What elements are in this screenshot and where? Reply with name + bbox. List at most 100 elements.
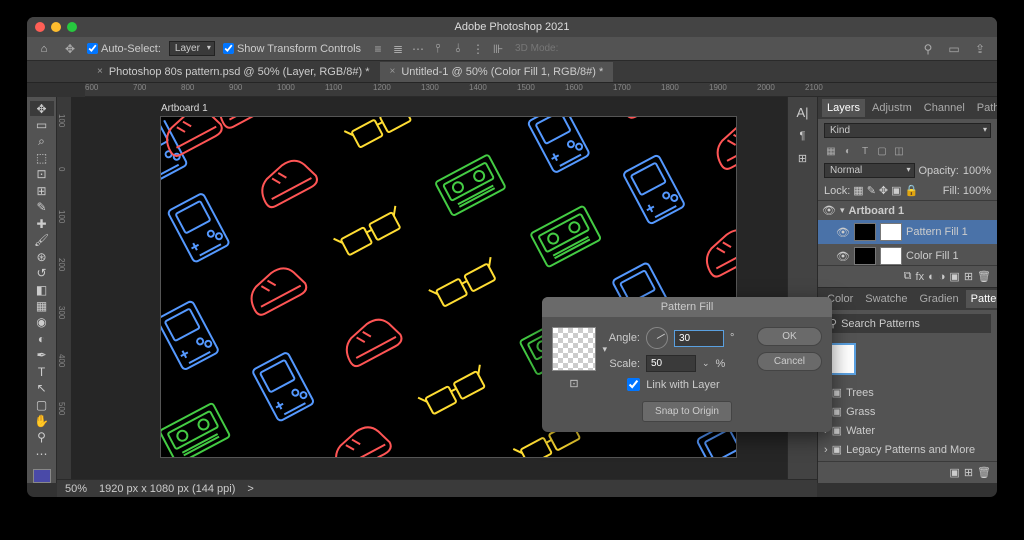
gradient-tool[interactable]: ▦ [30, 298, 54, 313]
paths-tab[interactable]: Paths [972, 99, 997, 117]
blur-tool[interactable]: ◉ [30, 315, 54, 330]
filter-pixel-icon[interactable]: ▦ [824, 144, 838, 158]
crop-tool[interactable]: ⊡ [30, 167, 54, 182]
search-patterns-input[interactable]: ⚲Search Patterns [824, 314, 991, 333]
group-icon[interactable]: ▣ [949, 270, 959, 283]
patterns-folder[interactable]: ›▣Legacy Patterns and More [824, 440, 991, 459]
filter-smart-icon[interactable]: ◫ [892, 144, 906, 158]
angle-dial[interactable] [646, 327, 668, 349]
patterns-folder[interactable]: ›▣Grass [824, 402, 991, 421]
hand-tool[interactable]: ✋ [30, 413, 54, 428]
brush-tool[interactable]: 🖌 [30, 233, 54, 248]
new-group-icon[interactable]: ▣ [949, 466, 959, 479]
lock-position-icon[interactable]: ✥ [879, 184, 888, 197]
shape-tool[interactable]: ▢ [30, 397, 54, 412]
doc-dimensions[interactable]: 1920 px x 1080 px (144 ppi) [99, 483, 235, 495]
visibility-icon[interactable]: 👁 [822, 204, 836, 217]
blend-mode-dropdown[interactable]: Normal [824, 163, 915, 178]
pen-tool[interactable]: ✒ [30, 348, 54, 363]
opacity-value[interactable]: 100% [963, 165, 991, 177]
glyphs-panel-icon[interactable]: ⊞ [798, 152, 807, 165]
swatches-tab[interactable]: Swatche [860, 290, 912, 308]
adjustments-tab[interactable]: Adjustm [867, 99, 917, 117]
lock-all-icon[interactable]: 🔒 [905, 184, 919, 197]
layer-mask-thumbnail[interactable] [880, 247, 902, 265]
auto-select-checkbox[interactable]: Auto-Select: [87, 43, 161, 55]
lock-artboard-icon[interactable]: ▣ [891, 184, 901, 197]
layers-tab[interactable]: Layers [822, 99, 865, 117]
document-tab[interactable]: ×Photoshop 80s pattern.psd @ 50% (Layer,… [87, 62, 380, 82]
layer-mask-icon[interactable]: ◐ [928, 271, 935, 283]
zoom-level[interactable]: 50% [65, 483, 87, 495]
layer-artboard[interactable]: 👁 ▾ Artboard 1 [818, 201, 997, 220]
zoom-tool[interactable]: ⚲ [30, 430, 54, 445]
workspace-icon[interactable]: ▭ [945, 40, 963, 58]
layer-mask-thumbnail[interactable] [880, 223, 902, 241]
share-icon[interactable]: ⇪ [971, 40, 989, 58]
layer-color-fill[interactable]: 👁 Color Fill 1 [818, 244, 997, 265]
show-transform-checkbox[interactable]: Show Transform Controls [223, 43, 361, 55]
history-brush-tool[interactable]: ↺ [30, 265, 54, 280]
document-tab[interactable]: ×Untitled-1 @ 50% (Color Fill 1, RGB/8#)… [380, 62, 614, 82]
filter-type-icon[interactable]: T [858, 144, 872, 158]
new-layer-icon[interactable]: ⊞ [964, 270, 973, 283]
heal-tool[interactable]: ✚ [30, 216, 54, 231]
foreground-color-swatch[interactable] [33, 469, 51, 483]
align-icon[interactable]: ≡ [369, 40, 387, 58]
minimize-traffic-light[interactable] [51, 22, 61, 32]
auto-select-target-dropdown[interactable]: Layer [169, 41, 215, 56]
visibility-icon[interactable]: 👁 [836, 226, 850, 239]
move-tool[interactable]: ✥ [30, 101, 54, 116]
adjustment-layer-icon[interactable]: ◑ [939, 271, 946, 283]
gradients-tab[interactable]: Gradien [915, 290, 964, 308]
fill-value[interactable]: 100% [963, 185, 991, 197]
link-layers-icon[interactable]: ⧉ [904, 270, 912, 283]
selection-tool[interactable]: ⬚ [30, 150, 54, 165]
align-icon[interactable]: ⫰ [449, 40, 467, 58]
status-arrow-icon[interactable]: > [247, 483, 253, 495]
channels-tab[interactable]: Channel [919, 99, 970, 117]
home-icon[interactable]: ⌂ [35, 40, 53, 58]
visibility-icon[interactable]: 👁 [836, 250, 850, 263]
frame-tool[interactable]: ⊞ [30, 183, 54, 198]
align-icon[interactable]: ⊪ [489, 40, 507, 58]
zoom-traffic-light[interactable] [67, 22, 77, 32]
scale-dropdown-icon[interactable]: ⌄ [702, 358, 710, 369]
delete-layer-icon[interactable]: 🗑 [977, 270, 991, 283]
stamp-tool[interactable]: ⊛ [30, 249, 54, 264]
paragraph-panel-icon[interactable]: ¶ [800, 130, 806, 142]
close-icon[interactable]: × [390, 66, 396, 77]
align-icon[interactable]: ⋯ [409, 40, 427, 58]
align-icon[interactable]: ⋮ [469, 40, 487, 58]
lock-pixels-icon[interactable]: ✎ [867, 184, 876, 197]
align-icon[interactable]: ⫯ [429, 40, 447, 58]
layer-thumbnail[interactable] [854, 223, 876, 241]
pattern-picker[interactable] [552, 327, 596, 371]
patterns-folder[interactable]: ›▣Water [824, 421, 991, 440]
close-icon[interactable]: × [97, 66, 103, 77]
character-panel-icon[interactable]: A| [796, 105, 808, 120]
layer-thumbnail[interactable] [854, 247, 876, 265]
artboard-label[interactable]: Artboard 1 [161, 103, 208, 114]
snap-pattern-icon[interactable]: ⊡ [552, 377, 596, 390]
angle-input[interactable] [674, 330, 724, 347]
scale-input[interactable] [646, 355, 696, 372]
filter-shape-icon[interactable]: ▢ [875, 144, 889, 158]
edit-toolbar[interactable]: ⋯ [30, 446, 54, 461]
lock-transparency-icon[interactable]: ▦ [853, 184, 863, 197]
filter-adjust-icon[interactable]: ◐ [841, 144, 855, 158]
pattern-fill-dialog[interactable]: Pattern Fill ⊡ Angle: ° Scale: ⌄ % [542, 297, 832, 432]
layer-fx-icon[interactable]: fx [916, 271, 925, 283]
ruler-vertical[interactable]: 1000100200300400500 [57, 97, 71, 483]
eraser-tool[interactable]: ◧ [30, 282, 54, 297]
type-tool[interactable]: T [30, 364, 54, 379]
lasso-tool[interactable]: ⌕ [30, 134, 54, 149]
align-icon[interactable]: ≣ [389, 40, 407, 58]
cancel-button[interactable]: Cancel [757, 352, 822, 371]
ok-button[interactable]: OK [757, 327, 822, 346]
layer-pattern-fill[interactable]: 👁 Pattern Fill 1 [818, 220, 997, 244]
marquee-tool[interactable]: ▭ [30, 117, 54, 132]
eyedropper-tool[interactable]: ✎ [30, 200, 54, 215]
new-pattern-icon[interactable]: ⊞ [964, 466, 973, 479]
ruler-horizontal[interactable]: 6007008009001000110012001300140015001600… [85, 83, 997, 97]
